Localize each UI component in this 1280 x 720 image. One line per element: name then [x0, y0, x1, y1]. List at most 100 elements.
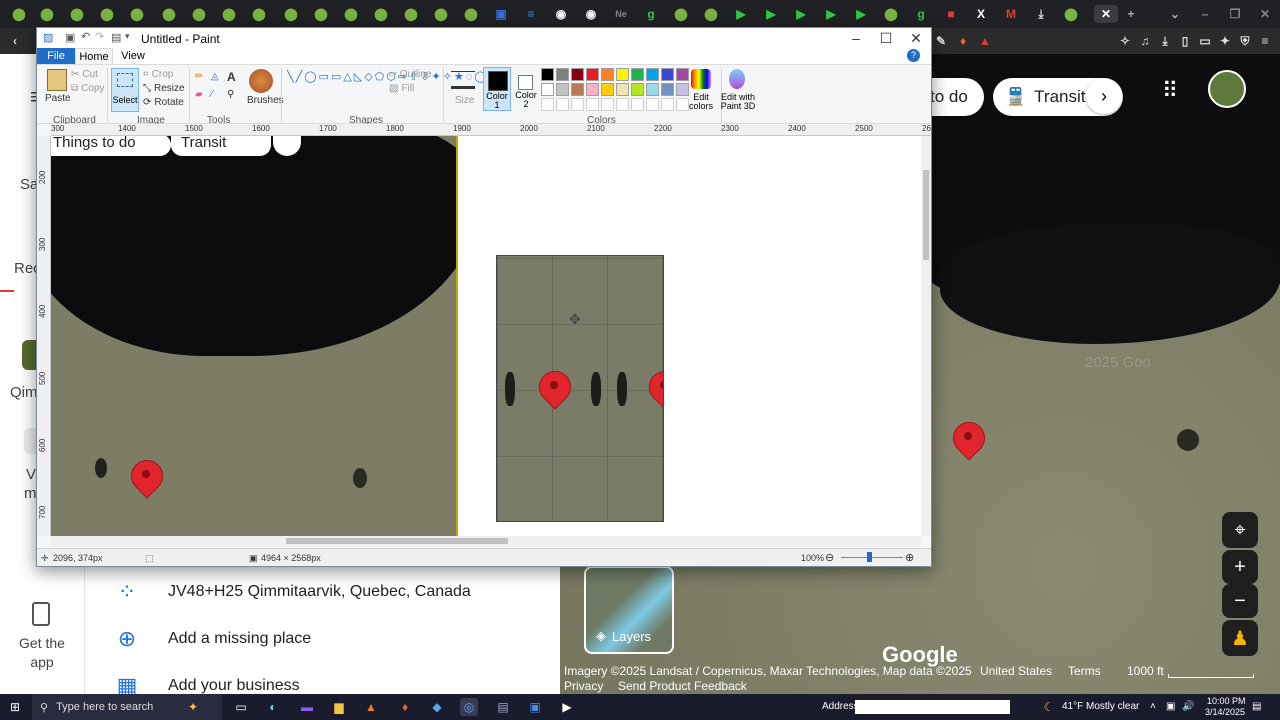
notifications-icon[interactable]: ▤: [1252, 701, 1261, 712]
app-icon[interactable]: ▣: [526, 698, 544, 716]
paint-maximize-button[interactable]: ☐: [871, 28, 901, 48]
news-favicon-icon[interactable]: Ne: [612, 5, 630, 23]
brave-shield-icon[interactable]: ♦: [954, 32, 972, 50]
google-favicon-icon[interactable]: ◉: [582, 5, 600, 23]
tray-chevron-icon[interactable]: ˄: [1150, 701, 1156, 712]
add-missing-place-row[interactable]: ⊕ Add a missing place: [85, 619, 560, 659]
file-explorer-icon[interactable]: ▆: [330, 698, 348, 716]
palette-empty-swatch[interactable]: [616, 98, 629, 111]
outline-button[interactable]: ▱ Outline: [389, 69, 431, 80]
help-icon[interactable]: ?: [907, 49, 920, 62]
zoom-slider[interactable]: [841, 557, 903, 558]
pegman-icon[interactable]: ♟: [1222, 620, 1258, 656]
palette-color-swatch[interactable]: [661, 68, 674, 81]
play-favicon-icon[interactable]: ▶: [762, 5, 780, 23]
palette-color-swatch[interactable]: [601, 68, 614, 81]
select-button[interactable]: Select: [111, 68, 139, 112]
map-pin-favicon-icon[interactable]: ⬤: [160, 5, 178, 23]
get-the-app-label[interactable]: Get the app: [10, 634, 74, 672]
palette-empty-swatch[interactable]: [571, 98, 584, 111]
phone-icon[interactable]: [32, 602, 50, 626]
sidebar-icon[interactable]: ▯: [1176, 32, 1194, 50]
palette-color-swatch[interactable]: [586, 83, 599, 96]
map-pin-favicon-icon[interactable]: ⬤: [38, 5, 56, 23]
palette-color-swatch[interactable]: [586, 68, 599, 81]
map-pin-favicon-icon[interactable]: ⬤: [10, 5, 28, 23]
color2-button[interactable]: Color 2: [513, 67, 539, 111]
edit-colors-icon[interactable]: [691, 69, 711, 89]
horizontal-scroll-thumb[interactable]: [286, 538, 508, 544]
close-tab-icon[interactable]: ✕: [1094, 5, 1118, 23]
horizontal-scrollbar[interactable]: [51, 536, 921, 546]
recent-place-label[interactable]: Qim: [10, 384, 38, 401]
play-favicon-icon[interactable]: ▶: [822, 5, 840, 23]
map-pin-favicon-icon[interactable]: ⬤: [402, 5, 420, 23]
palette-color-swatch[interactable]: [646, 68, 659, 81]
map-pin-favicon-icon[interactable]: ⬤: [882, 5, 900, 23]
download-favicon-icon[interactable]: ⤓: [1032, 5, 1050, 23]
leo-icon[interactable]: ✦: [1216, 32, 1234, 50]
paint-close-button[interactable]: ✕: [901, 28, 931, 48]
magnifier-icon[interactable]: ⚲: [227, 89, 234, 100]
app-icon[interactable]: ◆: [428, 698, 446, 716]
zoom-in-icon[interactable]: ⊕: [905, 551, 914, 564]
palette-color-swatch[interactable]: [616, 83, 629, 96]
resize-button[interactable]: ⤡ Resize: [143, 83, 185, 94]
play-favicon-icon[interactable]: ▶: [792, 5, 810, 23]
back-icon[interactable]: ‹: [6, 32, 24, 50]
vertical-scroll-thumb[interactable]: [923, 170, 929, 260]
google-favicon-icon[interactable]: ◉: [552, 5, 570, 23]
map-pin-favicon-icon[interactable]: ⬤: [672, 5, 690, 23]
menu-icon[interactable]: ≡: [1256, 32, 1274, 50]
privacy-link[interactable]: Privacy: [564, 679, 603, 693]
paint-taskbar-icon[interactable]: ◎: [460, 698, 478, 716]
tab-view[interactable]: View: [115, 48, 151, 64]
copilot-icon[interactable]: ◐: [264, 698, 282, 716]
palette-color-swatch[interactable]: [556, 83, 569, 96]
edit-icon[interactable]: ✎: [932, 32, 950, 50]
start-windows-icon[interactable]: ⊞: [6, 698, 24, 716]
palette-color-swatch[interactable]: [541, 83, 554, 96]
account-avatar[interactable]: [1208, 70, 1246, 108]
translate-favicon-icon[interactable]: ▣: [492, 5, 510, 23]
app-icon[interactable]: ▬: [298, 698, 316, 716]
palette-empty-swatch[interactable]: [631, 98, 644, 111]
clock-date[interactable]: 3/14/2025: [1205, 707, 1245, 717]
minimize-icon[interactable]: –: [1196, 5, 1214, 23]
eraser-icon[interactable]: ▰: [195, 89, 203, 100]
paint3d-icon[interactable]: [729, 69, 745, 89]
rotate-button[interactable]: ⟳ Rotate: [143, 97, 184, 108]
color1-button[interactable]: Color 1: [483, 67, 511, 111]
cut-button[interactable]: ✂ Cut: [71, 69, 98, 80]
close-window-icon[interactable]: ✕: [1256, 5, 1274, 23]
brave-icon[interactable]: ♦: [396, 698, 414, 716]
paste-button[interactable]: Paste: [45, 93, 71, 104]
map-pin-favicon-icon[interactable]: ⬤: [312, 5, 330, 23]
clipboard-icon[interactable]: [47, 69, 67, 91]
address-toolbar-input[interactable]: [855, 700, 1010, 714]
palette-color-swatch[interactable]: [571, 83, 584, 96]
media-icon[interactable]: ♫: [1136, 32, 1154, 50]
palette-color-swatch[interactable]: [541, 68, 554, 81]
tab-home[interactable]: Home: [75, 48, 113, 64]
paint-canvas[interactable]: Things to do Transit ✥: [51, 136, 921, 536]
map-pin-favicon-icon[interactable]: ⬤: [128, 5, 146, 23]
map-pin-favicon-icon[interactable]: ⬤: [68, 5, 86, 23]
download-icon[interactable]: ⤓: [1156, 32, 1174, 50]
palette-color-swatch[interactable]: [676, 68, 689, 81]
play-favicon-icon[interactable]: ▶: [732, 5, 750, 23]
weather-text[interactable]: 41°F Mostly clear: [1062, 701, 1139, 712]
redo-icon[interactable]: ↷: [95, 30, 104, 43]
brushes-icon[interactable]: [249, 69, 273, 93]
palette-color-swatch[interactable]: [571, 68, 584, 81]
map-pin-favicon-icon[interactable]: ⬤: [462, 5, 480, 23]
palette-empty-swatch[interactable]: [601, 98, 614, 111]
terms-link[interactable]: Terms: [1068, 664, 1101, 678]
palette-color-swatch[interactable]: [556, 68, 569, 81]
palette-empty-swatch[interactable]: [541, 98, 554, 111]
brave-rewards-icon[interactable]: ▲: [976, 32, 994, 50]
copy-button[interactable]: ⧉ Copy: [71, 83, 105, 94]
palette-color-swatch[interactable]: [601, 83, 614, 96]
vertical-scrollbar[interactable]: [921, 136, 931, 536]
tab-file[interactable]: File: [37, 48, 75, 64]
